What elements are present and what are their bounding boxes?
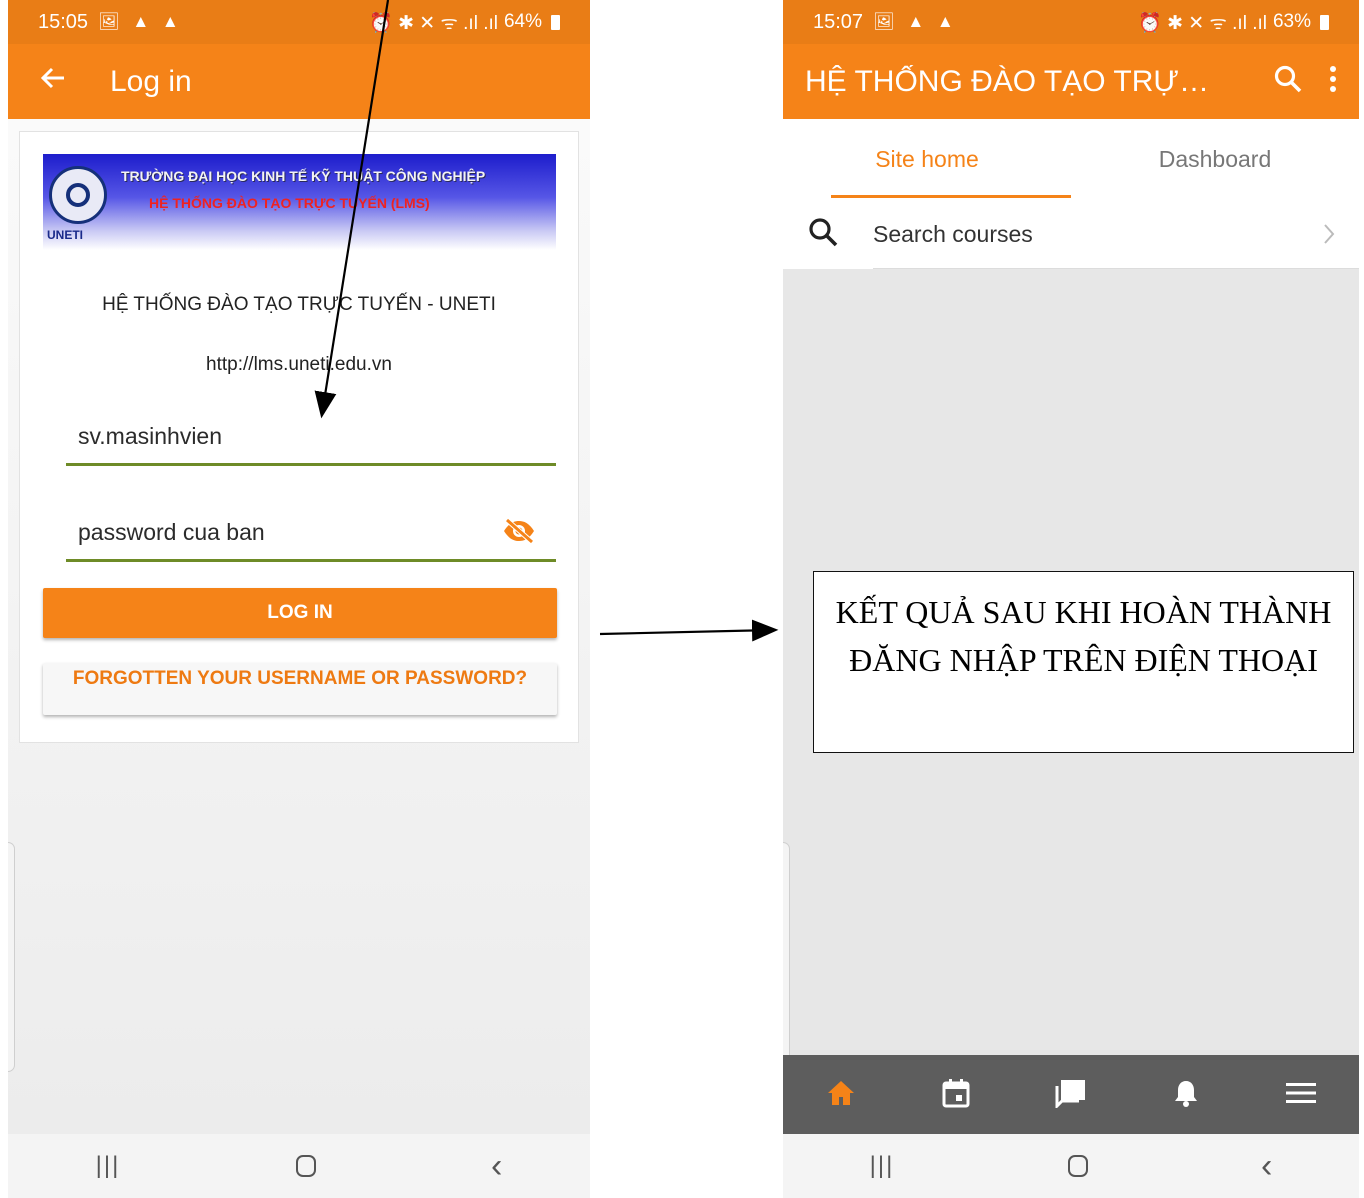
home-nav-icon[interactable] <box>1067 1155 1088 1177</box>
back-arrow-icon[interactable] <box>38 63 78 101</box>
recent-apps-icon[interactable]: ||| <box>870 1152 895 1180</box>
more-options-icon[interactable] <box>1329 65 1337 98</box>
battery-level: 63% <box>1272 11 1311 32</box>
menu-icon[interactable] <box>1281 1073 1321 1113</box>
app-bar: Log in <box>8 44 590 119</box>
search-courses-row[interactable]: Search courses <box>783 199 1359 269</box>
calendar-icon[interactable] <box>936 1073 976 1113</box>
uneti-logo <box>49 166 107 224</box>
banner-system-name: HỆ THỐNG ĐÀO TẠO TRỰC TUYẾN (LMS) <box>149 195 430 211</box>
messages-icon[interactable] <box>1051 1073 1091 1113</box>
notifications-icon[interactable] <box>1166 1073 1206 1113</box>
arrow-to-result-screen <box>599 619 779 642</box>
site-url: http://lms.uneti.edu.vn <box>206 354 392 375</box>
notification-icons: 🖼 ▲ ▲ <box>98 12 183 31</box>
battery-icon <box>551 14 560 30</box>
username-value: sv.masinhvien <box>78 423 223 449</box>
status-right: ⏰ ✱ ✕ ᯤ .ıl .ıl 64% <box>369 9 560 35</box>
status-time: 15:05 <box>38 10 89 33</box>
status-time: 15:07 <box>813 10 864 33</box>
notification-icons: 🖼 ▲ ▲ <box>873 12 958 31</box>
search-courses-label: Search courses <box>873 220 1033 247</box>
status-right-icons: ⏰ ✱ ✕ ᯤ .ıl .ıl <box>1138 13 1267 34</box>
system-nav-bar: ||| ‹ <box>8 1134 590 1198</box>
edge-panel-handle[interactable] <box>783 842 790 1072</box>
tab-site-home[interactable]: Site home <box>783 119 1071 199</box>
back-nav-icon[interactable]: ‹ <box>1261 1149 1272 1183</box>
site-name: HỆ THỐNG ĐÀO TẠO TRỰC TUYẾN - UNETI <box>102 294 496 315</box>
status-right-icons: ⏰ ✱ ✕ ᯤ .ıl .ıl <box>369 13 498 34</box>
battery-icon <box>1320 14 1329 30</box>
site-banner: TRƯỜNG ĐẠI HỌC KINH TẾ KỸ THUẬT CÔNG NGH… <box>43 154 556 250</box>
banner-abbreviation: UNETI <box>47 228 83 242</box>
status-bar: 15:05 🖼 ▲ ▲ ⏰ ✱ ✕ ᯤ .ıl .ıl 64% <box>8 0 590 44</box>
home-nav-icon[interactable] <box>295 1155 316 1177</box>
search-icon[interactable] <box>1273 64 1303 99</box>
back-nav-icon[interactable]: ‹ <box>491 1149 502 1183</box>
battery-level: 64% <box>503 11 542 32</box>
password-value: password cua ban <box>78 519 265 545</box>
hide-password-icon[interactable] <box>502 518 536 544</box>
username-field[interactable]: sv.masinhvien <box>66 410 556 466</box>
system-nav-bar: ||| ‹ <box>783 1134 1359 1198</box>
password-field[interactable]: password cua ban <box>66 506 556 562</box>
result-annotation: KẾT QUẢ SAU KHI HOÀN THÀNH ĐĂNG NHẬP TRÊ… <box>813 571 1354 753</box>
banner-university-name: TRƯỜNG ĐẠI HỌC KINH TẾ KỸ THUẬT CÔNG NGH… <box>121 168 486 184</box>
home-icon[interactable] <box>821 1073 861 1113</box>
chevron-right-icon <box>1323 223 1335 250</box>
log-in-button[interactable]: LOG IN <box>43 588 557 638</box>
left-phone-screen: 15:05 🖼 ▲ ▲ ⏰ ✱ ✕ ᯤ .ıl .ıl 64% Log in T… <box>8 0 590 1198</box>
status-bar: 15:07 🖼 ▲ ▲ ⏰ ✱ ✕ ᯤ .ıl .ıl 63% <box>783 0 1359 44</box>
login-card: TRƯỜNG ĐẠI HỌC KINH TẾ KỸ THUẬT CÔNG NGH… <box>19 131 579 743</box>
site-title: HỆ THỐNG ĐÀO TẠO TRỰC TUYẾN - UNETI <box>805 64 1225 98</box>
tab-dashboard[interactable]: Dashboard <box>1071 119 1359 199</box>
search-icon <box>807 216 839 253</box>
recent-apps-icon[interactable]: ||| <box>96 1152 121 1180</box>
app-bar: HỆ THỐNG ĐÀO TẠO TRỰC TUYẾN - UNETI <box>783 44 1359 119</box>
edge-panel-handle[interactable] <box>8 842 15 1072</box>
tab-bar: Site home Dashboard <box>783 119 1359 199</box>
forgot-credentials-button[interactable]: FORGOTTEN YOUR USERNAME OR PASSWORD? <box>43 663 557 715</box>
page-title: Log in <box>110 64 192 98</box>
status-right: ⏰ ✱ ✕ ᯤ .ıl .ıl 63% <box>1138 9 1329 35</box>
bottom-tab-bar <box>783 1055 1359 1134</box>
